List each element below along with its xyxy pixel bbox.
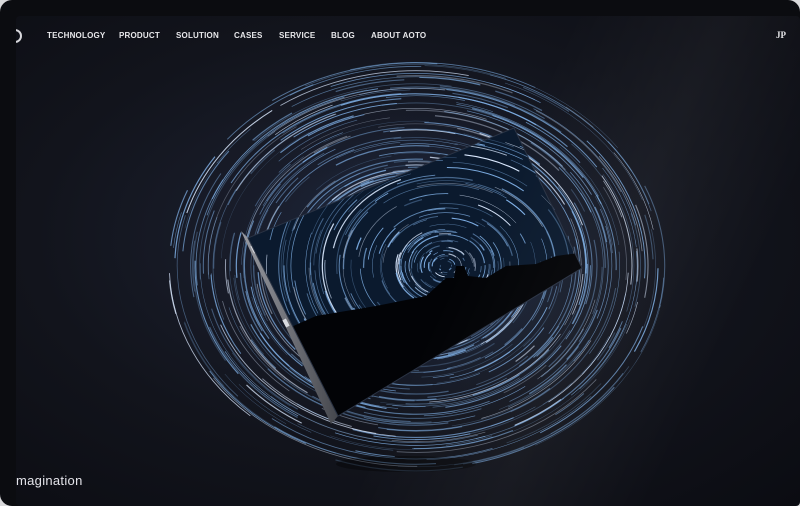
language-switch-jp[interactable]: JP [776,30,786,40]
star-trail-arc [168,280,177,315]
hero-led-panel-graphic [168,62,666,472]
nav-product[interactable]: PRODUCT [119,31,160,40]
nav-about-aoto[interactable]: ABOUT AOTO [371,31,426,40]
star-trail-arc [441,240,453,243]
star-trail-arc [173,212,182,248]
nav-service[interactable]: SERVICE [279,31,315,40]
website-viewport: TECHNOLOGY PRODUCT SOLUTION CASES SERVIC… [16,16,800,506]
panel-shadow [336,456,476,472]
nav-blog[interactable]: BLOG [331,31,355,40]
nav-technology[interactable]: TECHNOLOGY [47,31,105,40]
aoto-logo-icon[interactable] [16,29,22,43]
hero-tagline: magination [16,473,83,488]
main-navigation: TECHNOLOGY PRODUCT SOLUTION CASES SERVIC… [16,16,800,56]
device-frame: TECHNOLOGY PRODUCT SOLUTION CASES SERVIC… [0,0,800,506]
nav-solution[interactable]: SOLUTION [176,31,219,40]
nav-cases[interactable]: CASES [234,31,263,40]
